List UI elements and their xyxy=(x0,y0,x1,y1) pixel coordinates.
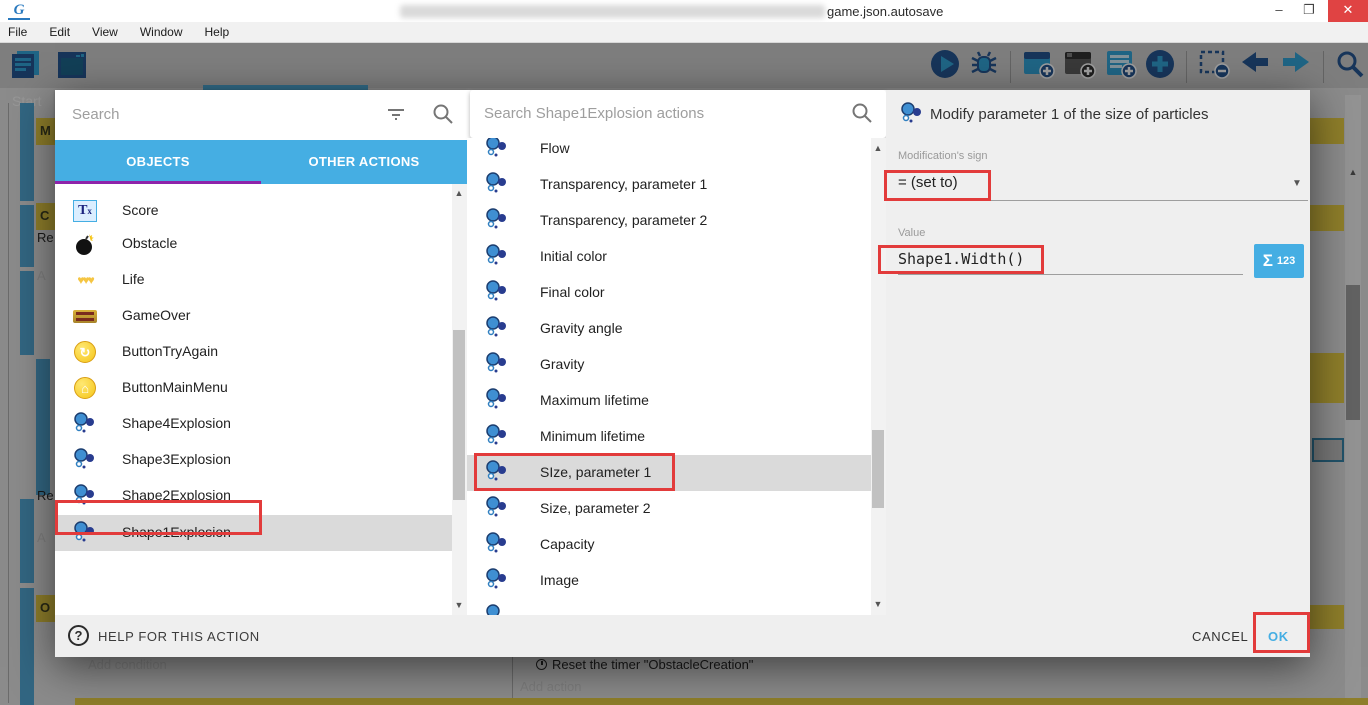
annotation-ok xyxy=(1253,612,1310,653)
menu-help[interactable]: Help xyxy=(205,25,230,39)
menu-window[interactable]: Window xyxy=(140,25,183,39)
list-item[interactable]: Image xyxy=(467,563,871,599)
help-icon[interactable]: ? xyxy=(68,625,89,646)
menu-file[interactable]: File xyxy=(8,25,27,39)
tab-objects[interactable]: OBJECTS xyxy=(55,140,261,184)
particle-emitter-icon xyxy=(485,604,511,615)
list-item[interactable]: Obstacle xyxy=(55,226,452,262)
filter-icon[interactable] xyxy=(385,103,407,130)
particle-emitter-icon xyxy=(485,208,511,234)
scroll-down-icon[interactable]: ▼ xyxy=(452,600,466,610)
hearts-icon: ♥♥♥ xyxy=(72,267,98,293)
particle-emitter-icon xyxy=(72,447,98,473)
search-icon[interactable] xyxy=(431,102,455,131)
objects-search-bar[interactable]: Search xyxy=(55,90,467,140)
list-item[interactable]: ↻ ButtonTryAgain xyxy=(55,334,452,370)
actions-search-input[interactable]: Search Shape1Explosion actions xyxy=(484,105,704,122)
action-parameters-panel: Modify parameter 1 of the size of partic… xyxy=(886,90,1310,615)
scroll-up-icon[interactable]: ▲ xyxy=(871,143,885,153)
sigma-icon: Σ xyxy=(1263,251,1273,271)
sign-label: Modification's sign xyxy=(898,150,988,162)
actions-list: Flow Transparency, parameter 1 Transpare… xyxy=(467,138,886,615)
particle-emitter-icon xyxy=(485,424,511,450)
value-label: Value xyxy=(898,227,925,239)
particle-emitter-icon xyxy=(485,244,511,270)
list-item[interactable]: Initial color xyxy=(467,239,871,275)
scroll-up-icon[interactable]: ▲ xyxy=(452,188,466,198)
menu-view[interactable]: View xyxy=(92,25,118,39)
list-item[interactable]: Gravity angle xyxy=(467,311,871,347)
list-item[interactable] xyxy=(467,599,871,615)
minimize-button[interactable]: – xyxy=(1264,0,1294,22)
list-item[interactable]: Shape3Explosion xyxy=(55,442,452,478)
list-item[interactable]: Gravity xyxy=(467,347,871,383)
objects-tabbar: OBJECTS OTHER ACTIONS xyxy=(55,140,467,184)
menu-bar: File Edit View Window Help xyxy=(0,22,1368,43)
scrollbar-thumb[interactable] xyxy=(872,430,884,508)
menu-edit[interactable]: Edit xyxy=(49,25,70,39)
list-item[interactable]: Shape4Explosion xyxy=(55,406,452,442)
close-button[interactable]: ✕ xyxy=(1328,0,1368,22)
field-underline xyxy=(898,274,1243,275)
particle-emitter-icon xyxy=(485,316,511,342)
particle-emitter-icon xyxy=(485,138,511,162)
list-item[interactable]: Transparency, parameter 1 xyxy=(467,167,871,203)
objects-panel: Search OBJECTS OTHER ACTIONS Tx Score Ob… xyxy=(55,90,467,657)
particle-emitter-icon xyxy=(72,411,98,437)
scrollbar-thumb[interactable] xyxy=(453,330,465,500)
search-icon[interactable] xyxy=(850,101,874,130)
scroll-down-icon[interactable]: ▼ xyxy=(871,599,885,609)
list-item[interactable]: Tx Score xyxy=(55,193,452,229)
list-item[interactable]: Transparency, parameter 2 xyxy=(467,203,871,239)
text-object-icon: Tx xyxy=(72,198,98,224)
list-item[interactable]: Flow xyxy=(467,138,871,167)
annotation-value xyxy=(878,245,1044,274)
particle-emitter-icon xyxy=(485,388,511,414)
list-item[interactable]: Final color xyxy=(467,275,871,311)
gdevelop-logo-icon: G xyxy=(8,2,30,20)
list-item[interactable]: GameOver xyxy=(55,298,452,334)
particle-emitter-icon xyxy=(485,352,511,378)
list-item[interactable]: ⌂ ButtonMainMenu xyxy=(55,370,452,406)
window-title-redacted xyxy=(400,5,825,18)
action-editor-dialog: Search OBJECTS OTHER ACTIONS Tx Score Ob… xyxy=(55,90,1310,657)
bomb-icon xyxy=(72,231,98,257)
action-title: Modify parameter 1 of the size of partic… xyxy=(930,106,1208,123)
dialog-footer: ? HELP FOR THIS ACTION CANCEL OK xyxy=(55,615,1310,657)
maximize-button[interactable]: ❐ xyxy=(1294,0,1324,22)
list-item[interactable]: Minimum lifetime xyxy=(467,419,871,455)
annotation-shape1explosion xyxy=(55,500,262,535)
list-item[interactable]: Capacity xyxy=(467,527,871,563)
particle-emitter-icon xyxy=(485,172,511,198)
particle-emitter-icon xyxy=(900,102,924,131)
objects-scrollbar[interactable]: ▲ ▼ xyxy=(452,184,467,615)
home-button-icon: ⌂ xyxy=(72,375,98,401)
window-title: game.json.autosave xyxy=(827,4,943,19)
annotation-set-to xyxy=(884,170,991,201)
window-titlebar: G game.json.autosave – ❐ ✕ xyxy=(0,0,1368,22)
actions-scrollbar[interactable]: ▲ ▼ xyxy=(871,138,886,615)
help-button[interactable]: HELP FOR THIS ACTION xyxy=(98,629,260,644)
expression-editor-button[interactable]: Σ 123 xyxy=(1254,244,1304,278)
actions-search-bar[interactable]: Search Shape1Explosion actions xyxy=(470,90,886,138)
gameover-icon xyxy=(72,303,98,329)
list-item[interactable]: Size, parameter 2 xyxy=(467,491,871,527)
particle-emitter-icon xyxy=(485,568,511,594)
actions-panel: Search Shape1Explosion actions Flow Tran… xyxy=(467,90,886,657)
chevron-down-icon[interactable]: ▼ xyxy=(1292,178,1302,189)
objects-search-input[interactable]: Search xyxy=(72,106,120,123)
objects-list: Tx Score Obstacle ♥♥♥ Life GameOver ↻ Bu… xyxy=(55,184,467,615)
annotation-size-parameter-1 xyxy=(474,453,675,491)
retry-button-icon: ↻ xyxy=(72,339,98,365)
list-item[interactable]: ♥♥♥ Life xyxy=(55,262,452,298)
particle-emitter-icon xyxy=(485,532,511,558)
cancel-button[interactable]: CANCEL xyxy=(1192,629,1248,644)
tab-other-actions[interactable]: OTHER ACTIONS xyxy=(261,140,467,184)
list-item[interactable]: Maximum lifetime xyxy=(467,383,871,419)
particle-emitter-icon xyxy=(485,280,511,306)
particle-emitter-icon xyxy=(485,496,511,522)
